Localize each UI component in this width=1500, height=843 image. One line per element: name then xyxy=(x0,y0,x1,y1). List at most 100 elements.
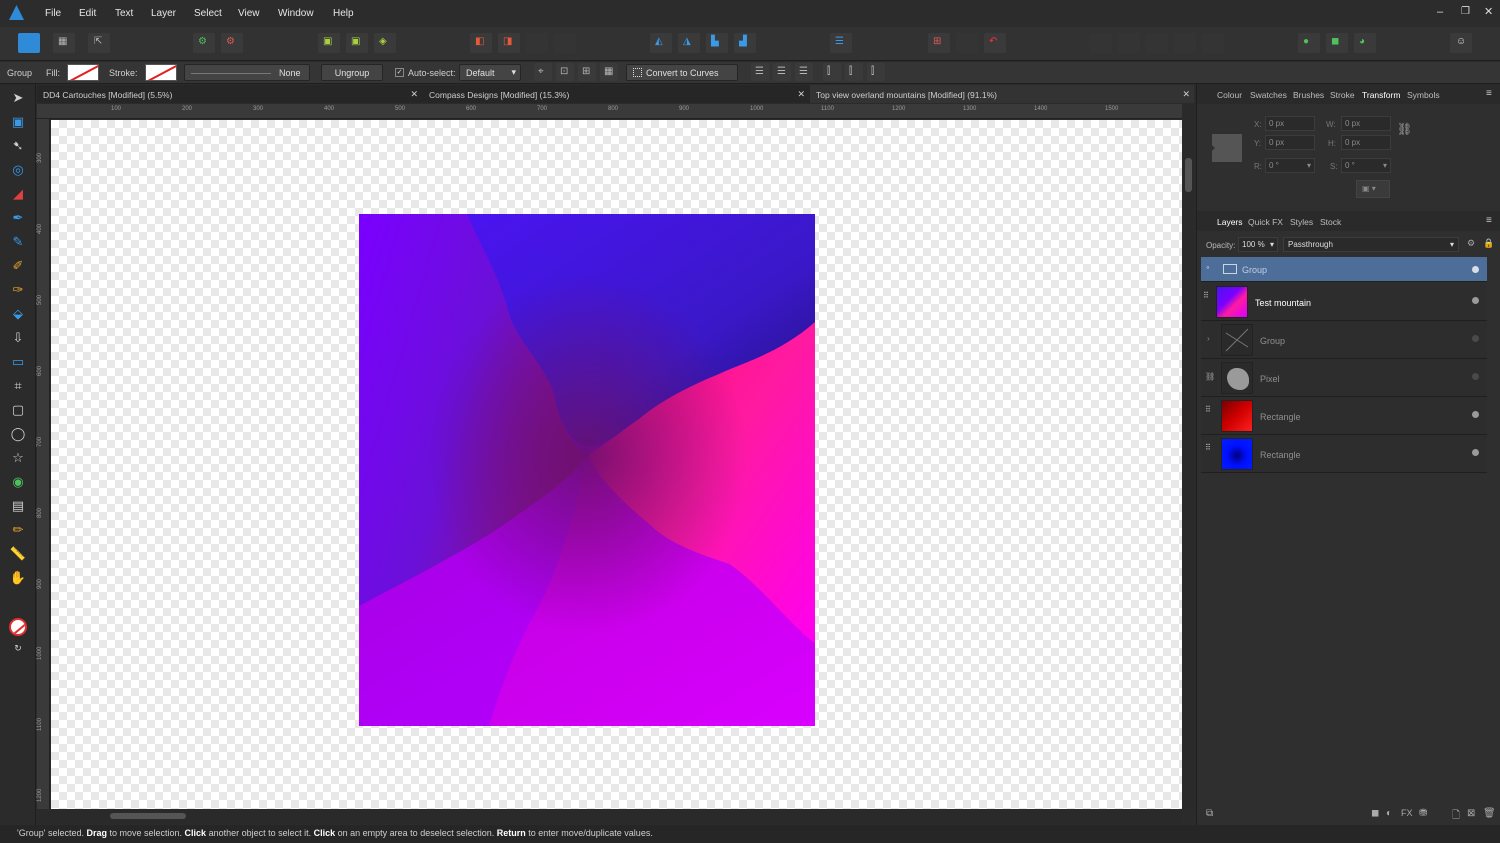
scrollbar-thumb[interactable] xyxy=(1185,158,1192,192)
close-icon[interactable]: ✕ xyxy=(797,89,805,100)
close-icon[interactable]: ✕ xyxy=(1484,5,1493,18)
boolean-intersect-icon[interactable] xyxy=(1146,33,1168,53)
tab-quick-fx[interactable]: Quick FX xyxy=(1248,217,1283,227)
tab-stock[interactable]: Stock xyxy=(1320,217,1341,227)
layer-row-group-2[interactable]: › Group xyxy=(1201,321,1487,359)
minimize-icon[interactable]: – xyxy=(1437,6,1443,18)
add-fx-icon[interactable]: FX xyxy=(1401,808,1413,818)
rectangle-tool-icon[interactable]: ▢ xyxy=(9,402,27,418)
tab-dd4-cartouches[interactable]: DD4 Cartouches [Modified] (5.5%) ✕ xyxy=(37,85,422,103)
force-pixel-icon[interactable]: ⚙ xyxy=(221,33,243,53)
y-field[interactable]: 0 px xyxy=(1265,135,1315,150)
visibility-dot[interactable] xyxy=(1472,449,1479,456)
measure-tool-icon[interactable]: 📏 xyxy=(9,546,27,562)
add-pixel-layer-icon[interactable]: 🗋 xyxy=(1452,808,1460,825)
layer-row-rectangle-red[interactable]: ⠿ Rectangle xyxy=(1201,397,1487,435)
close-icon[interactable]: ✕ xyxy=(410,89,418,100)
autoselect-dropdown[interactable]: Default ▾ xyxy=(459,64,521,81)
snapping-icon[interactable]: ⚙ xyxy=(193,33,215,53)
convert-to-curves-button[interactable]: Convert to Curves xyxy=(626,64,738,81)
corner-tool-icon[interactable]: ◢ xyxy=(9,186,27,202)
autoselect-checkbox[interactable]: ✓ xyxy=(395,68,404,77)
align-bottom-icon[interactable]: ⫿ xyxy=(867,63,885,81)
designer-persona-icon[interactable] xyxy=(18,33,40,53)
tab-stroke[interactable]: Stroke xyxy=(1330,90,1355,100)
transform-options-button[interactable]: ▣ ▾ xyxy=(1356,180,1390,198)
rotate-left-icon[interactable]: ▙ xyxy=(706,33,728,53)
blend-mode-dropdown[interactable]: Passthrough ▾ xyxy=(1283,237,1459,252)
add-group-icon[interactable]: ⊠ xyxy=(1467,808,1475,819)
color-picker-icon[interactable]: ◕ xyxy=(1354,33,1376,53)
lock-aspect-icon[interactable]: ⛓ xyxy=(1397,122,1412,136)
studio-icon[interactable]: ◼ xyxy=(1326,33,1348,53)
node-tool-icon[interactable]: ➷ xyxy=(9,138,27,154)
opacity-field[interactable]: 100 % ▾ xyxy=(1238,237,1278,252)
layer-row-test-mountain[interactable]: ⠿ Test mountain xyxy=(1201,283,1487,321)
align-middle-icon[interactable]: ⫿ xyxy=(845,63,863,81)
move-tool-icon[interactable]: ➤ xyxy=(9,90,27,106)
pencil-tool-icon[interactable]: ✎ xyxy=(9,234,27,250)
shape-tool-icon[interactable]: ◉ xyxy=(9,474,27,490)
layer-row-rectangle-blue[interactable]: ⠿ Rectangle xyxy=(1201,435,1487,473)
point-transform-icon[interactable]: ◎ xyxy=(9,162,27,178)
align-canvas-icon[interactable]: ⊡ xyxy=(556,63,574,81)
anchor-selector-icon[interactable] xyxy=(1212,134,1242,162)
arrange-front-icon[interactable] xyxy=(526,33,548,53)
menu-text[interactable]: Text xyxy=(115,8,133,19)
stroke-style-dropdown[interactable]: None xyxy=(184,64,310,81)
tab-transform[interactable]: Transform xyxy=(1362,90,1400,100)
eye-icon[interactable]: ⚬ xyxy=(1205,264,1211,272)
add-live-filter-icon[interactable]: ⛃ xyxy=(1419,808,1427,819)
menu-edit[interactable]: Edit xyxy=(79,8,96,19)
hand-tool-icon[interactable]: ✋ xyxy=(9,570,27,586)
visibility-dot[interactable] xyxy=(1472,411,1479,418)
transform-origin-icon[interactable]: ⌖ xyxy=(534,63,552,81)
align-top-icon[interactable]: ⫿ xyxy=(823,63,841,81)
app-logo-icon[interactable] xyxy=(9,5,24,20)
insert-top-icon[interactable]: ◈ xyxy=(374,33,396,53)
artboard-tool-icon[interactable]: ▣ xyxy=(9,114,27,130)
tab-top-view-mountains[interactable]: Top view overland mountains [Modified] (… xyxy=(810,85,1194,103)
stroke-swatch[interactable] xyxy=(145,64,177,81)
swap-colors-icon[interactable]: ↻ xyxy=(9,640,27,656)
boolean-divide-icon[interactable] xyxy=(1202,33,1224,53)
panel-menu-icon[interactable]: ≡ xyxy=(1486,215,1492,226)
tab-brushes[interactable]: Brushes xyxy=(1293,90,1324,100)
w-field[interactable]: 0 px xyxy=(1341,116,1391,131)
layer-row-pixel[interactable]: ⛓ Pixel xyxy=(1201,359,1487,397)
visibility-dot[interactable] xyxy=(1472,373,1479,380)
r-field[interactable]: 0 ° ▾ xyxy=(1265,158,1315,173)
drag-handle-icon[interactable]: ⠿ xyxy=(1203,291,1209,300)
visibility-dot[interactable] xyxy=(1472,297,1479,304)
pixel-persona-icon[interactable]: ▦ xyxy=(53,33,75,53)
insert-inside-icon[interactable]: ▣ xyxy=(318,33,340,53)
visibility-dot[interactable] xyxy=(1472,266,1479,273)
layer-row-group[interactable]: ⚬ Group xyxy=(1201,257,1487,282)
star-tool-icon[interactable]: ☆ xyxy=(9,450,27,466)
move-back-icon[interactable]: ◧ xyxy=(470,33,492,53)
menu-window[interactable]: Window xyxy=(278,8,314,19)
place-tool-icon[interactable]: ⇩ xyxy=(9,330,27,346)
grid-icon[interactable]: ▦ xyxy=(600,63,618,81)
export-persona-icon[interactable]: ⇱ xyxy=(88,33,110,53)
horizontal-scrollbar[interactable] xyxy=(37,809,1182,823)
boolean-xor-icon[interactable] xyxy=(1174,33,1196,53)
flip-horizontal-icon[interactable]: ◭ xyxy=(650,33,672,53)
drag-handle-icon[interactable]: ⠿ xyxy=(1205,405,1211,414)
tab-styles[interactable]: Styles xyxy=(1290,217,1313,227)
mask-link-icon[interactable]: ⛓ xyxy=(1205,372,1215,381)
rotate-right-icon[interactable]: ▟ xyxy=(734,33,756,53)
vertical-scrollbar[interactable] xyxy=(1183,104,1194,809)
canvas[interactable] xyxy=(51,120,1182,809)
crop-tool-icon[interactable]: ⌗ xyxy=(9,378,27,394)
h-field[interactable]: 0 px xyxy=(1341,135,1391,150)
delete-layer-icon[interactable]: 🗑 xyxy=(1483,808,1496,819)
account-icon[interactable]: ☺ xyxy=(1450,33,1472,53)
color-picker-tool-icon[interactable]: ✏ xyxy=(9,522,27,538)
menu-help[interactable]: Help xyxy=(333,8,354,19)
expand-chevron-icon[interactable]: › xyxy=(1207,334,1210,343)
tab-swatches[interactable]: Swatches xyxy=(1250,90,1287,100)
add-mask-icon[interactable]: ◼ xyxy=(1371,808,1379,819)
boolean-subtract-icon[interactable] xyxy=(1118,33,1140,53)
menu-layer[interactable]: Layer xyxy=(151,8,176,19)
